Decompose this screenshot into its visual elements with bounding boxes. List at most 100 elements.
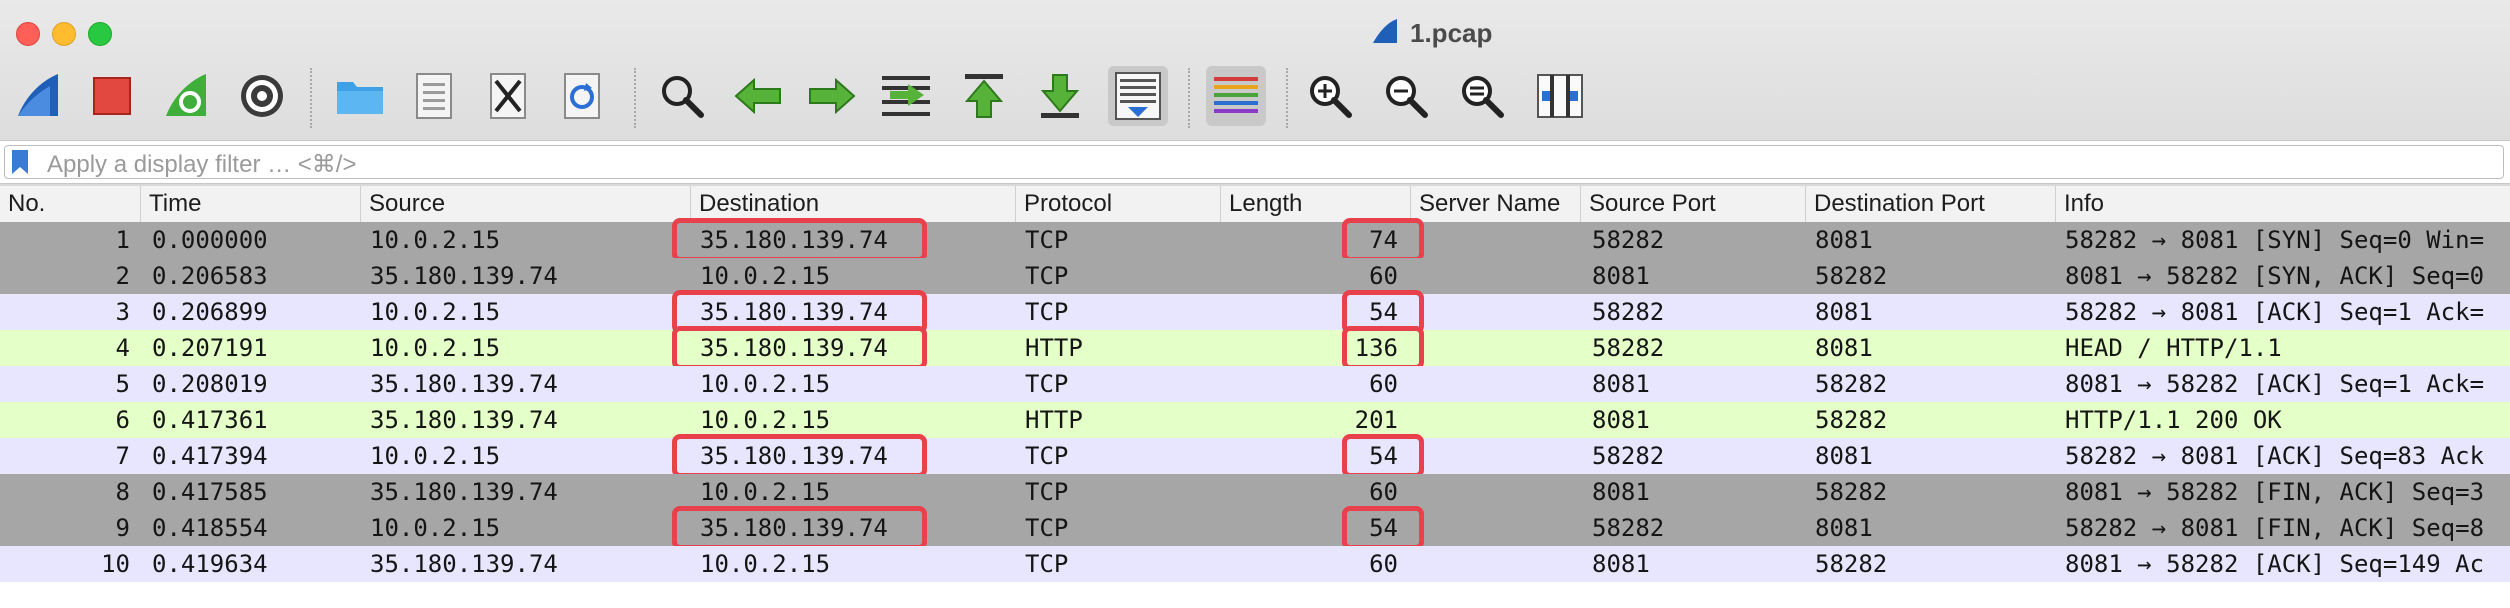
packet-row[interactable]: 8 0.417585 35.180.139.74 10.0.2.15 TCP 60 8081…	[0, 474, 2510, 510]
find-magnifier-icon[interactable]	[652, 66, 712, 126]
close-file-icon[interactable]	[478, 66, 538, 126]
column-header-length[interactable]: Length	[1220, 186, 1410, 222]
packet-source-cell: 35.180.139.74	[370, 370, 558, 398]
packet-destination-cell: 35.180.139.74	[700, 298, 888, 326]
packet-src-port-cell: 58282	[1592, 226, 1665, 254]
packet-row[interactable]: 5 0.208019 35.180.139.74 10.0.2.15 TCP 60 8081…	[0, 366, 2510, 402]
wireshark-window: 1.pcap Apply a display filter … <⌘/> No.…	[0, 0, 2510, 608]
packet-info-cell: 8081 → 58282 [FIN, ACK] Seq=3	[2065, 478, 2485, 506]
packet-info-cell: 8081 → 58282 [SYN, ACK] Seq=0	[2065, 262, 2485, 290]
save-file-icon[interactable]	[404, 66, 464, 126]
zoom-in-icon[interactable]	[1300, 66, 1360, 126]
packet-destination-cell: 35.180.139.74	[700, 334, 888, 362]
packet-row[interactable]: 10 0.419634 35.180.139.74 10.0.2.15 TCP 60 808…	[0, 546, 2510, 582]
packet-list-header: No. Time Source Destination Protocol Length Se…	[0, 186, 2510, 223]
packet-src-port-cell: 58282	[1592, 334, 1665, 362]
packet-info-cell: 58282 → 8081 [SYN] Seq=0 Win=	[2065, 226, 2485, 254]
go-first-packet-icon[interactable]	[954, 66, 1014, 126]
go-back-arrow-icon[interactable]	[728, 66, 788, 126]
packet-dst-port-cell: 8081	[1815, 514, 1873, 542]
packet-time-cell: 0.206583	[152, 262, 268, 290]
packet-server-name-cell	[1410, 438, 1580, 474]
packet-source-cell: 10.0.2.15	[370, 514, 501, 542]
packet-protocol-cell: TCP	[1025, 514, 1069, 542]
zoom-out-icon[interactable]	[1376, 66, 1436, 126]
resize-columns-icon[interactable]	[1530, 66, 1590, 126]
packet-protocol-cell: TCP	[1025, 298, 1069, 326]
column-header-info[interactable]: Info	[2055, 186, 2510, 222]
packet-protocol-cell: TCP	[1025, 478, 1069, 506]
window-title-text: 1.pcap	[1410, 17, 1493, 48]
packet-no-cell: 1	[115, 226, 130, 254]
go-forward-arrow-icon[interactable]	[802, 66, 862, 126]
close-window-button[interactable]	[16, 22, 40, 46]
packet-info-cell: 8081 → 58282 [ACK] Seq=1 Ack=	[2065, 370, 2485, 398]
column-header-src-port[interactable]: Source Port	[1580, 186, 1805, 222]
shark-fin-start-icon[interactable]	[8, 66, 68, 126]
display-filter-input[interactable]: Apply a display filter … <⌘/>	[4, 145, 2504, 179]
packet-source-cell: 35.180.139.74	[370, 406, 558, 434]
go-last-packet-icon[interactable]	[1030, 66, 1090, 126]
display-filter-bar: Apply a display filter … <⌘/>	[0, 140, 2510, 184]
capture-options-gear-icon[interactable]	[232, 66, 292, 126]
filter-placeholder: Apply a display filter … <⌘/>	[47, 151, 357, 178]
packet-row[interactable]: 1 0.000000 10.0.2.15 35.180.139.74 TCP 74 5828…	[0, 222, 2510, 258]
auto-scroll-icon[interactable]	[1108, 66, 1168, 126]
packet-protocol-cell: TCP	[1025, 262, 1069, 290]
column-header-time[interactable]: Time	[140, 186, 360, 222]
restart-capture-icon[interactable]	[156, 66, 216, 126]
packet-row[interactable]: 3 0.206899 10.0.2.15 35.180.139.74 TCP 54 5828…	[0, 294, 2510, 330]
packet-server-name-cell	[1410, 330, 1580, 366]
packet-info-cell: HTTP/1.1 200 OK	[2065, 406, 2282, 434]
packet-server-name-cell	[1410, 402, 1580, 438]
packet-source-cell: 35.180.139.74	[370, 478, 558, 506]
packet-row[interactable]: 2 0.206583 35.180.139.74 10.0.2.15 TCP 60 8081…	[0, 258, 2510, 294]
main-toolbar	[0, 60, 2510, 140]
packet-destination-cell: 10.0.2.15	[700, 550, 831, 578]
zoom-normal-icon[interactable]	[1452, 66, 1512, 126]
packet-source-cell: 10.0.2.15	[370, 442, 501, 470]
packet-length-cell: 60	[1369, 262, 1398, 290]
minimize-window-button[interactable]	[52, 22, 76, 46]
filter-bookmark-icon[interactable]	[11, 149, 29, 175]
packet-info-cell: 58282 → 8081 [ACK] Seq=1 Ack=	[2065, 298, 2485, 326]
packet-protocol-cell: HTTP	[1025, 334, 1083, 362]
column-header-server-name[interactable]: Server Name	[1410, 186, 1580, 222]
stop-square-icon[interactable]	[82, 66, 142, 126]
packet-dst-port-cell: 58282	[1815, 262, 1888, 290]
packet-dst-port-cell: 8081	[1815, 226, 1873, 254]
go-to-packet-icon[interactable]	[876, 66, 936, 126]
packet-dst-port-cell: 8081	[1815, 442, 1873, 470]
packet-row[interactable]: 7 0.417394 10.0.2.15 35.180.139.74 TCP 54 5828…	[0, 438, 2510, 474]
packet-row[interactable]: 4 0.207191 10.0.2.15 35.180.139.74 HTTP 136 58…	[0, 330, 2510, 366]
title-bar: 1.pcap Apply a display filter … <⌘/>	[0, 0, 2510, 187]
packet-no-cell: 10	[101, 550, 130, 578]
packet-length-cell: 60	[1369, 370, 1398, 398]
packet-info-cell: 58282 → 8081 [ACK] Seq=83 Ack	[2065, 442, 2485, 470]
packet-src-port-cell: 58282	[1592, 298, 1665, 326]
packet-dst-port-cell: 58282	[1815, 370, 1888, 398]
packet-time-cell: 0.207191	[152, 334, 268, 362]
window-title: 1.pcap	[1370, 14, 1492, 52]
open-folder-icon[interactable]	[330, 66, 390, 126]
packet-src-port-cell: 8081	[1592, 370, 1650, 398]
packet-server-name-cell	[1410, 546, 1580, 582]
packet-row[interactable]: 6 0.417361 35.180.139.74 10.0.2.15 HTTP 201 80…	[0, 402, 2510, 438]
column-header-no[interactable]: No.	[0, 186, 140, 222]
reload-file-icon[interactable]	[552, 66, 612, 126]
packet-no-cell: 3	[115, 298, 130, 326]
column-header-destination[interactable]: Destination	[690, 186, 1015, 222]
packet-server-name-cell	[1410, 222, 1580, 258]
packet-row[interactable]: 9 0.418554 10.0.2.15 35.180.139.74 TCP 54 5828…	[0, 510, 2510, 546]
packet-source-cell: 35.180.139.74	[370, 550, 558, 578]
packet-src-port-cell: 8081	[1592, 262, 1650, 290]
packet-src-port-cell: 58282	[1592, 514, 1665, 542]
packet-length-cell: 60	[1369, 550, 1398, 578]
column-header-source[interactable]: Source	[360, 186, 690, 222]
colorize-icon[interactable]	[1206, 66, 1266, 126]
packet-dst-port-cell: 8081	[1815, 298, 1873, 326]
zoom-window-button[interactable]	[88, 22, 112, 46]
column-header-dst-port[interactable]: Destination Port	[1805, 186, 2055, 222]
column-header-protocol[interactable]: Protocol	[1015, 186, 1220, 222]
packet-server-name-cell	[1410, 510, 1580, 546]
